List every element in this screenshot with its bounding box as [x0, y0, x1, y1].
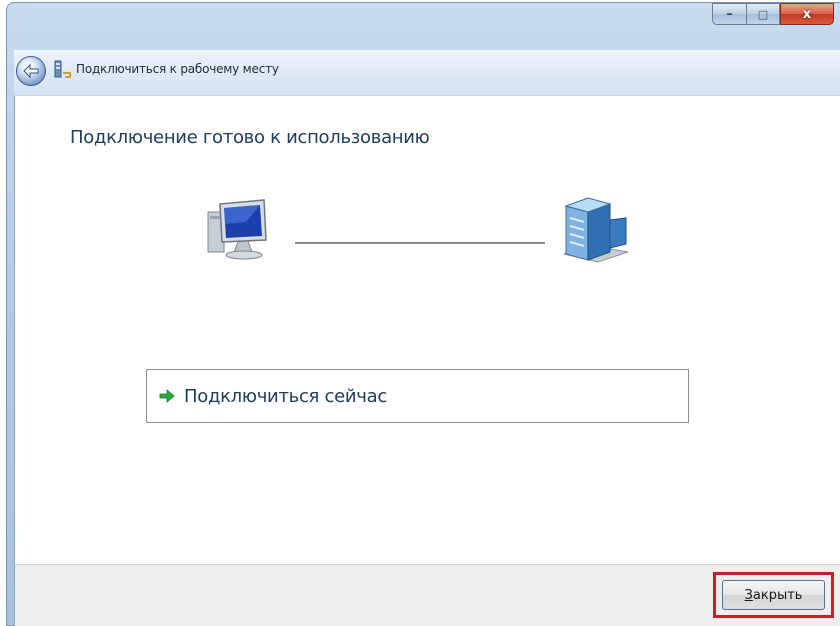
close-button-label: акрыть: [752, 587, 803, 603]
content-area: [15, 97, 840, 564]
back-button[interactable]: [16, 56, 46, 86]
server-icon: [558, 196, 632, 266]
maximize-icon: □: [757, 7, 769, 21]
network-connection-icon: [53, 59, 73, 81]
page-heading: Подключение готово к использованию: [70, 127, 430, 148]
back-arrow-icon: [23, 64, 39, 78]
close-button[interactable]: Закрыть: [722, 580, 825, 610]
minimize-icon: –: [726, 6, 733, 22]
green-arrow-right-icon: [159, 388, 177, 404]
connect-now-option[interactable]: Подключиться сейчас: [146, 369, 689, 423]
maximize-button[interactable]: □: [746, 3, 780, 25]
minimize-button[interactable]: –: [712, 3, 746, 25]
close-button-accelerator: З: [744, 587, 753, 603]
close-window-button[interactable]: x: [780, 3, 834, 25]
connection-line: [295, 242, 545, 244]
connect-now-label: Подключиться сейчас: [184, 385, 387, 407]
computer-icon: [206, 198, 276, 262]
close-icon: x: [802, 6, 812, 22]
window-title: Подключиться к рабочему месту: [76, 62, 279, 76]
caption-buttons: – □ x: [712, 3, 840, 33]
